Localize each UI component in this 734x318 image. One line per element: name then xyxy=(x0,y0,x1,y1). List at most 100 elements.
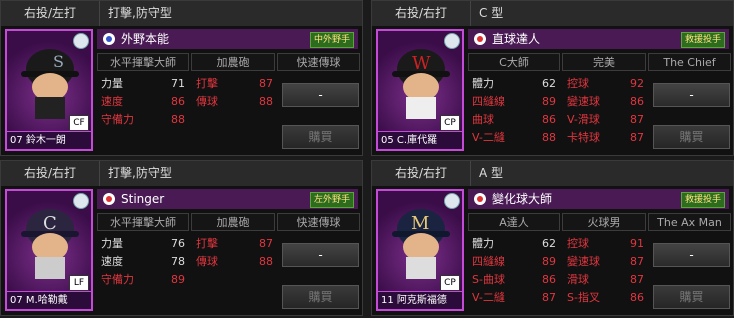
player-type-label: 打擊,防守型 xyxy=(100,161,362,186)
stats-table: 力量 71 打擊 87 速度 86 傳球 88 守備力 88 xyxy=(101,75,276,129)
stat-value: 86 xyxy=(630,291,644,304)
stat-value: 62 xyxy=(542,237,556,250)
stat-label: S-指叉 xyxy=(567,291,600,304)
player-portrait[interactable]: S CF 07 鈴木一朗 xyxy=(5,29,93,151)
player-type-label: 打擊,防守型 xyxy=(100,1,362,26)
stat-row: 四縫線 89 變速球 86 xyxy=(472,93,647,111)
stat-label: 體力 xyxy=(472,237,494,250)
ability-icon xyxy=(474,193,486,205)
stat-value: 86 xyxy=(171,95,185,108)
buy-button[interactable]: 購買 xyxy=(282,125,359,149)
ability-name-bar: 外野本能 中外野手 xyxy=(97,29,358,49)
stat-row: 體力 62 控球 92 xyxy=(472,75,647,93)
stat-label: 力量 xyxy=(101,77,123,90)
stat-value: 87 xyxy=(630,131,644,144)
ability-name: 外野本能 xyxy=(121,32,170,46)
ability-name: Stinger xyxy=(121,192,165,206)
stats-table: 力量 76 打擊 87 速度 78 傳球 88 守備力 89 xyxy=(101,235,276,289)
skill-tag: 火球男 xyxy=(562,213,646,231)
stat-row: S-曲球 86 滑球 87 xyxy=(472,271,647,289)
stat-row: 守備力 89 xyxy=(101,271,276,289)
skill-tag: 加農砲 xyxy=(191,53,275,71)
option-select[interactable]: - xyxy=(653,243,730,267)
svg-text:W: W xyxy=(412,53,431,74)
stat-value: 87 xyxy=(630,255,644,268)
stat-label: 四縫線 xyxy=(472,95,505,108)
stat-value: 76 xyxy=(171,237,185,250)
stat-value: 86 xyxy=(630,95,644,108)
stat-label: 速度 xyxy=(101,95,123,108)
skill-tag: C大師 xyxy=(468,53,560,71)
stat-value: 87 xyxy=(542,291,556,304)
stat-label: 傳球 xyxy=(196,95,218,108)
skill-tag: 完美 xyxy=(562,53,646,71)
ability-icon xyxy=(103,33,115,45)
player-name-label: 07 M.哈勒戴 xyxy=(7,291,91,309)
stat-row: 力量 76 打擊 87 xyxy=(101,235,276,253)
stat-label: 守備力 xyxy=(101,273,134,286)
skill-tag: 水平揮擊大師 xyxy=(97,213,189,231)
stat-row: V-二縫 87 S-指叉 86 xyxy=(472,289,647,307)
role-badge: 左外野手 xyxy=(309,192,354,208)
skill-tag: The Chief xyxy=(648,53,731,71)
player-card: 右投/左打 打擊,防守型 S CF 07 鈴木一朗 外野本能 中外野手 水平揮擊… xyxy=(0,0,363,156)
skill-tag: A達人 xyxy=(468,213,560,231)
stat-label: 速度 xyxy=(101,255,123,268)
skill-tag: 水平揮擊大師 xyxy=(97,53,189,71)
stat-label: S-曲球 xyxy=(472,273,505,286)
buy-button[interactable]: 購買 xyxy=(653,285,730,309)
throw-bat-label: 右投/右打 xyxy=(372,1,471,26)
stat-label: 控球 xyxy=(567,77,589,90)
player-card: 右投/右打 C 型 W CP 05 C.庫代羅 直球達人 救援投手 C大師 完美… xyxy=(371,0,734,156)
stat-value: 86 xyxy=(542,273,556,286)
skill-tag: The Ax Man xyxy=(648,213,731,231)
stat-label: 打擊 xyxy=(196,77,218,90)
stat-value: 87 xyxy=(259,77,273,90)
position-badge: CP xyxy=(440,275,460,291)
player-portrait[interactable]: C LF 07 M.哈勒戴 xyxy=(5,189,93,311)
stats-table: 體力 62 控球 92 四縫線 89 變速球 86 曲球 86 V-滑球 87 … xyxy=(472,75,647,147)
role-badge: 救援投手 xyxy=(680,32,725,48)
skill-tags: 水平揮擊大師 加農砲 快速傳球 xyxy=(97,213,360,231)
stat-label: 力量 xyxy=(101,237,123,250)
player-avatar-icon: C xyxy=(21,209,79,279)
player-card: 右投/右打 打擊,防守型 C LF 07 M.哈勒戴 Stinger 左外野手 … xyxy=(0,160,363,316)
stat-value: 87 xyxy=(259,237,273,250)
player-card: 右投/右打 A 型 M CP 11 阿克斯福德 變化球大師 救援投手 A達人 火… xyxy=(371,160,734,316)
player-type-label: A 型 xyxy=(471,161,733,186)
stat-value: 88 xyxy=(542,131,556,144)
position-badge: LF xyxy=(69,275,89,291)
stat-value: 89 xyxy=(542,255,556,268)
option-select[interactable]: - xyxy=(282,83,359,107)
throw-bat-label: 右投/右打 xyxy=(1,161,100,186)
svg-text:S: S xyxy=(53,52,64,71)
stat-row: 四縫線 89 變速球 87 xyxy=(472,253,647,271)
stat-label: 卡特球 xyxy=(567,131,600,144)
option-select[interactable]: - xyxy=(282,243,359,267)
stat-value: 92 xyxy=(630,77,644,90)
ability-name-bar: 直球達人 救援投手 xyxy=(468,29,729,49)
stat-label: 控球 xyxy=(567,237,589,250)
buy-button[interactable]: 購買 xyxy=(282,285,359,309)
stat-label: 曲球 xyxy=(472,113,494,126)
player-portrait[interactable]: W CP 05 C.庫代羅 xyxy=(376,29,464,151)
player-card-grid: 右投/左打 打擊,防守型 S CF 07 鈴木一朗 外野本能 中外野手 水平揮擊… xyxy=(0,0,734,318)
stat-label: 體力 xyxy=(472,77,494,90)
stat-value: 91 xyxy=(630,237,644,250)
stat-value: 89 xyxy=(542,95,556,108)
stat-row: 曲球 86 V-滑球 87 xyxy=(472,111,647,129)
ability-name-bar: 變化球大師 救援投手 xyxy=(468,189,729,209)
stat-label: 守備力 xyxy=(101,113,134,126)
stat-row: 體力 62 控球 91 xyxy=(472,235,647,253)
player-avatar-icon: W xyxy=(392,49,450,119)
stat-label: V-二縫 xyxy=(472,131,505,144)
player-portrait[interactable]: M CP 11 阿克斯福德 xyxy=(376,189,464,311)
stat-value: 88 xyxy=(171,113,185,126)
option-select[interactable]: - xyxy=(653,83,730,107)
stat-label: 變速球 xyxy=(567,255,600,268)
buy-button[interactable]: 購買 xyxy=(653,125,730,149)
player-name-label: 11 阿克斯福德 xyxy=(378,291,462,309)
stat-label: 打擊 xyxy=(196,237,218,250)
stat-value: 88 xyxy=(259,255,273,268)
stat-label: 四縫線 xyxy=(472,255,505,268)
